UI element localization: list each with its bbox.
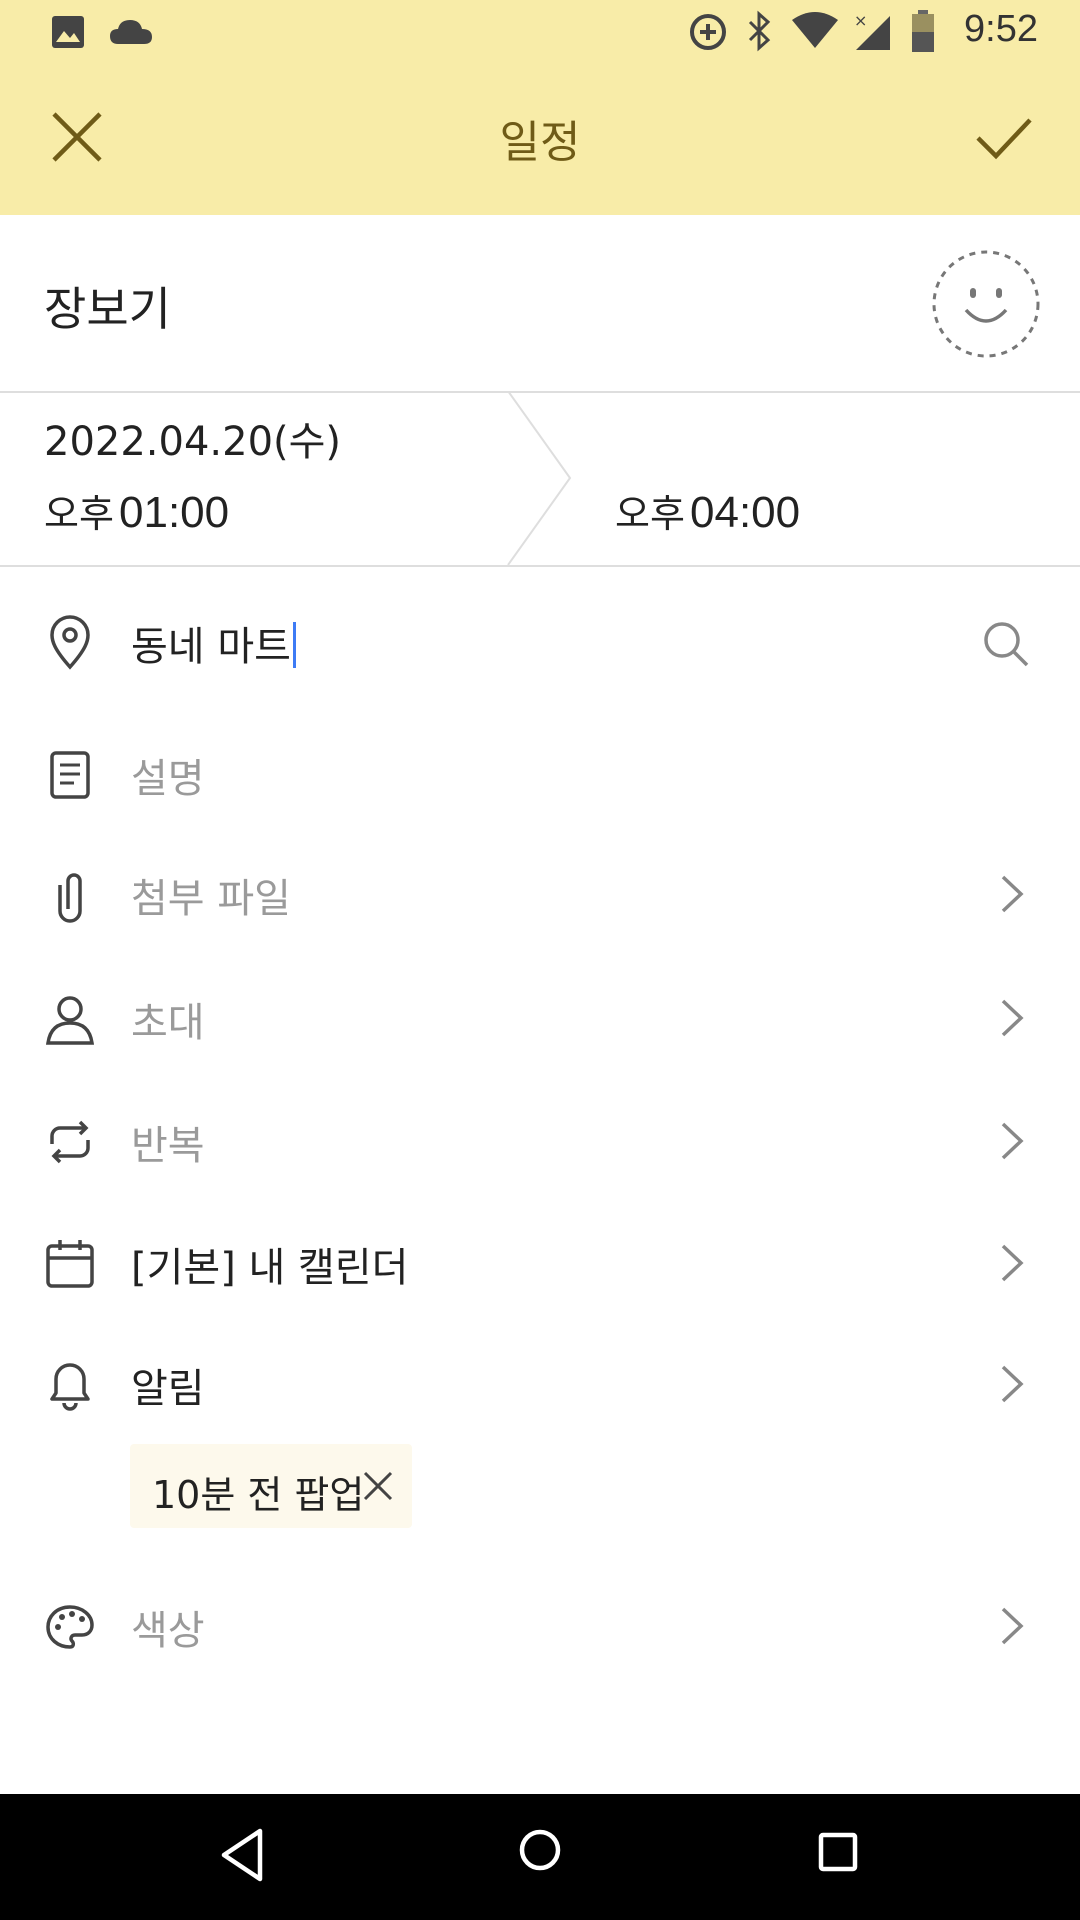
confirm-check-icon[interactable] — [974, 116, 1034, 162]
calendar-row[interactable]: [기본] 내 캘린더 — [0, 1209, 1080, 1319]
home-circle-icon[interactable] — [518, 1828, 562, 1884]
date-time-row[interactable]: 2022.04.20(수) 오후 01:00 오후 04:00 — [0, 391, 1080, 567]
cloud-icon — [110, 20, 152, 44]
alarm-row[interactable]: 알림 — [0, 1330, 1080, 1440]
bluetooth-icon — [748, 10, 771, 52]
event-date[interactable]: 2022.04.20(수) — [44, 409, 341, 467]
start-time[interactable]: 오후 01:00 — [44, 483, 229, 538]
wifi-icon — [792, 12, 838, 48]
cell-signal-icon: × — [854, 11, 890, 50]
status-bar: × 9:52 — [0, 0, 1080, 64]
color-row[interactable]: 색상 — [0, 1572, 1080, 1682]
chevron-right-icon — [1001, 1607, 1024, 1645]
color-label: 색상 — [131, 1608, 205, 1654]
status-time: 9:52 — [964, 8, 1038, 50]
data-saver-icon — [690, 14, 726, 50]
text-cursor — [292, 622, 296, 668]
arrow-divider-icon — [507, 391, 572, 565]
invite-label: 초대 — [131, 1000, 205, 1046]
page-title: 일정 — [499, 117, 581, 168]
back-triangle-icon[interactable] — [220, 1827, 264, 1883]
image-icon — [52, 16, 84, 48]
calendar-label: [기본] 내 캘린더 — [131, 1245, 409, 1291]
battery-icon — [912, 10, 934, 52]
chevron-right-icon — [1001, 999, 1024, 1037]
repeat-row[interactable]: 반복 — [0, 1087, 1080, 1197]
attachment-row[interactable]: 첨부 파일 — [0, 840, 1080, 950]
alarm-label: 알림 — [131, 1366, 205, 1412]
smiley-sticker-icon[interactable] — [930, 248, 1042, 360]
memo-icon — [50, 751, 90, 799]
app-header: × 9:52 일정 — [0, 0, 1080, 215]
location-row[interactable]: 동네 마트 — [0, 588, 1080, 698]
event-title-input[interactable]: 장보기 — [44, 273, 171, 339]
end-ampm: 오후 — [615, 492, 685, 536]
bell-icon — [50, 1363, 90, 1411]
location-value: 동네 마트 — [131, 624, 291, 670]
palette-icon — [46, 1605, 94, 1649]
location-pin-icon — [50, 615, 90, 670]
chevron-right-icon — [1001, 875, 1024, 913]
repeat-icon — [50, 1120, 90, 1164]
chevron-right-icon — [1001, 1244, 1024, 1282]
alarm-chip: 10분 전 팝업 — [130, 1444, 412, 1528]
end-clock: 04:00 — [690, 488, 801, 537]
description-row[interactable]: 설명 — [0, 720, 1080, 830]
paperclip-icon — [58, 873, 82, 923]
chevron-right-icon — [1001, 1122, 1024, 1160]
chevron-right-icon — [1001, 1365, 1024, 1403]
location-input[interactable]: 동네 마트 — [131, 614, 296, 672]
event-title-row: 장보기 — [0, 215, 1080, 393]
invite-row[interactable]: 초대 — [0, 964, 1080, 1074]
search-icon[interactable] — [982, 620, 1030, 668]
alarm-chip-label: 10분 전 팝업 — [152, 1473, 365, 1517]
attachment-label: 첨부 파일 — [131, 876, 291, 922]
start-clock: 01:00 — [119, 488, 230, 537]
svg-text:×: × — [854, 11, 867, 30]
description-field[interactable]: 설명 — [131, 746, 205, 804]
system-nav-bar — [0, 1794, 1080, 1920]
person-icon — [45, 996, 95, 1045]
start-ampm: 오후 — [44, 492, 114, 536]
remove-alarm-close-icon[interactable] — [362, 1470, 394, 1502]
end-time[interactable]: 오후 04:00 — [615, 483, 800, 538]
recents-square-icon[interactable] — [818, 1832, 862, 1876]
calendar-icon — [46, 1240, 94, 1288]
repeat-label: 반복 — [131, 1123, 205, 1169]
